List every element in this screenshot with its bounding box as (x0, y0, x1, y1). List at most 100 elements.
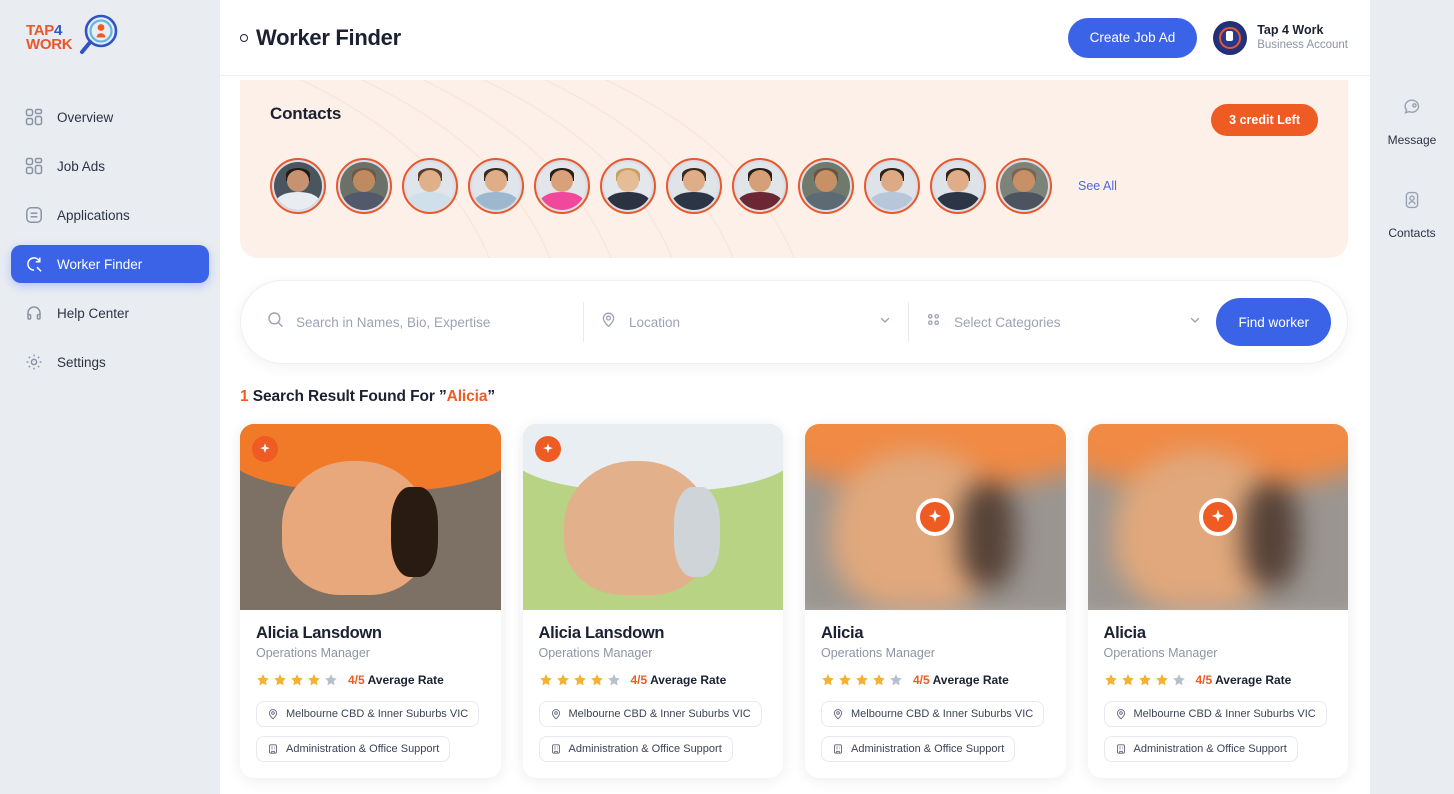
sidebar-item-worker-finder[interactable]: Worker Finder (11, 245, 209, 283)
star-icon (839, 674, 851, 686)
worker-photo (240, 424, 501, 610)
worker-card[interactable]: Alicia Operations Manager 4/5 Average Rate… (805, 424, 1066, 778)
premium-badge-icon[interactable] (1198, 498, 1237, 536)
location-pin-icon (551, 709, 560, 720)
contact-avatar[interactable] (930, 158, 986, 214)
rail-item-label: Contacts (1388, 226, 1436, 240)
avatar-body (803, 191, 849, 210)
contact-avatar[interactable] (798, 158, 854, 214)
star-icon (1172, 674, 1185, 686)
worker-category-tag: Administration & Office Support (538, 736, 733, 762)
page-content: Contacts 3 credit Left See All Search in… (220, 76, 1370, 794)
avatar-face (1000, 162, 1048, 210)
avatar-face (406, 162, 454, 210)
avatar-face (340, 162, 388, 210)
avatar-body (935, 191, 981, 210)
account-menu[interactable]: Tap 4 Work Business Account (1213, 20, 1348, 55)
app-logo[interactable]: TAP4 WORK (0, 0, 220, 76)
location-value: Location (629, 314, 681, 330)
worker-card[interactable]: Alicia Lansdown Operations Manager 4/5 Ave… (522, 424, 783, 778)
location-pin-icon (600, 311, 617, 333)
top-bar: Worker Finder Create Job Ad Tap 4 Work B… (220, 0, 1370, 76)
contact-avatar[interactable] (270, 158, 326, 214)
grid-icon (25, 108, 43, 126)
chevron-down-icon[interactable] (1188, 313, 1202, 332)
worker-photo-background (240, 424, 501, 610)
contact-avatar[interactable] (534, 158, 590, 214)
document-list-icon (25, 206, 43, 224)
star-icon (539, 674, 552, 686)
rating-label: 4/5 Average Rate (1195, 673, 1292, 687)
rail-item-message[interactable]: Message (1387, 96, 1437, 147)
star-icon (573, 674, 586, 686)
circle-bullet-icon (240, 33, 248, 42)
contact-avatar[interactable] (468, 158, 524, 214)
sidebar-item-label: Overview (57, 109, 114, 125)
create-job-ad-button[interactable]: Create Job Ad (1067, 17, 1198, 58)
worker-tags: Melbourne CBD & Inner Suburbs VIC Adminis… (538, 701, 768, 762)
avatar-face (802, 162, 850, 210)
worker-role: Operations Manager (256, 646, 370, 660)
categories-value: Select Categories (954, 314, 1061, 330)
worker-tags: Melbourne CBD & Inner Suburbs VIC Adminis… (1103, 701, 1333, 762)
worker-tags: Melbourne CBD & Inner Suburbs VIC Adminis… (256, 701, 485, 762)
star-icon (556, 674, 569, 686)
worker-card[interactable]: Alicia Lansdown Operations Manager 4/5 Ave… (240, 424, 501, 778)
sidebar-item-label: Applications (57, 207, 130, 223)
credit-badge[interactable]: 3 credit Left (1211, 104, 1318, 136)
contact-avatar[interactable] (600, 158, 656, 214)
sidebar-item-label: Help Center (57, 305, 130, 321)
sidebar-item-help-center[interactable]: Help Center (11, 294, 209, 332)
avatar-face (670, 162, 718, 210)
contact-avatar[interactable] (666, 158, 722, 214)
sidebar-item-settings[interactable]: Settings (11, 343, 209, 381)
rail-item-contacts[interactable]: Contacts (1388, 189, 1436, 240)
worker-location-tag: Melbourne CBD & Inner Suburbs VIC (821, 701, 1045, 727)
worker-photo (805, 424, 1066, 610)
worker-card-body: Alicia Operations Manager 4/5 Average Rate… (805, 610, 1066, 778)
headset-icon (25, 304, 43, 322)
account-name: Tap 4 Work (1257, 22, 1324, 37)
premium-badge-icon[interactable] (252, 436, 278, 462)
star-icon (257, 674, 269, 686)
see-all-link[interactable]: See All (1078, 179, 1117, 193)
premium-badge-icon[interactable] (534, 436, 561, 462)
avatar-body (605, 191, 651, 210)
contact-avatar[interactable] (336, 158, 392, 214)
result-query: Alicia (446, 388, 488, 405)
briefcase-building-icon (269, 744, 277, 754)
worker-category-tag: Administration & Office Support (1103, 736, 1298, 762)
categories-select[interactable]: Select Categories (925, 303, 1202, 341)
premium-badge-icon[interactable] (916, 498, 955, 536)
worker-card[interactable]: Alicia Operations Manager 4/5 Average Rate… (1087, 424, 1348, 778)
chevron-down-icon[interactable] (878, 313, 892, 332)
contact-avatar[interactable] (732, 158, 788, 214)
star-icon (274, 674, 286, 686)
search-input[interactable] (296, 314, 567, 330)
sidebar-item-overview[interactable]: Overview (11, 98, 209, 136)
avatar-face (274, 162, 322, 210)
contact-avatar[interactable] (996, 158, 1052, 214)
result-count: 1 (240, 388, 249, 405)
worker-photo (522, 424, 783, 610)
avatar-face (868, 162, 916, 210)
location-select[interactable]: Location (600, 303, 892, 341)
contact-avatar[interactable] (864, 158, 920, 214)
worker-name: Alicia Lansdown (256, 624, 382, 642)
search-result-summary: 1 Search Result Found For ”Alicia” (240, 388, 1348, 406)
worker-role: Operations Manager (821, 646, 935, 660)
location-pin-icon (1116, 709, 1125, 720)
avatar-body (341, 191, 387, 210)
star-icon (1138, 674, 1151, 686)
find-worker-button[interactable]: Find worker (1216, 298, 1331, 346)
worker-name: Alicia (821, 624, 864, 642)
worker-location-tag: Melbourne CBD & Inner Suburbs VIC (538, 701, 762, 727)
search-name-field[interactable] (267, 303, 567, 341)
star-icon (590, 674, 603, 686)
star-icon (291, 674, 303, 686)
worker-photo-background (522, 424, 783, 610)
sidebar-item-applications[interactable]: Applications (11, 196, 209, 234)
sidebar-item-job-ads[interactable]: Job Ads (11, 147, 209, 185)
contact-avatar[interactable] (402, 158, 458, 214)
rail-item-label: Message (1387, 133, 1437, 147)
